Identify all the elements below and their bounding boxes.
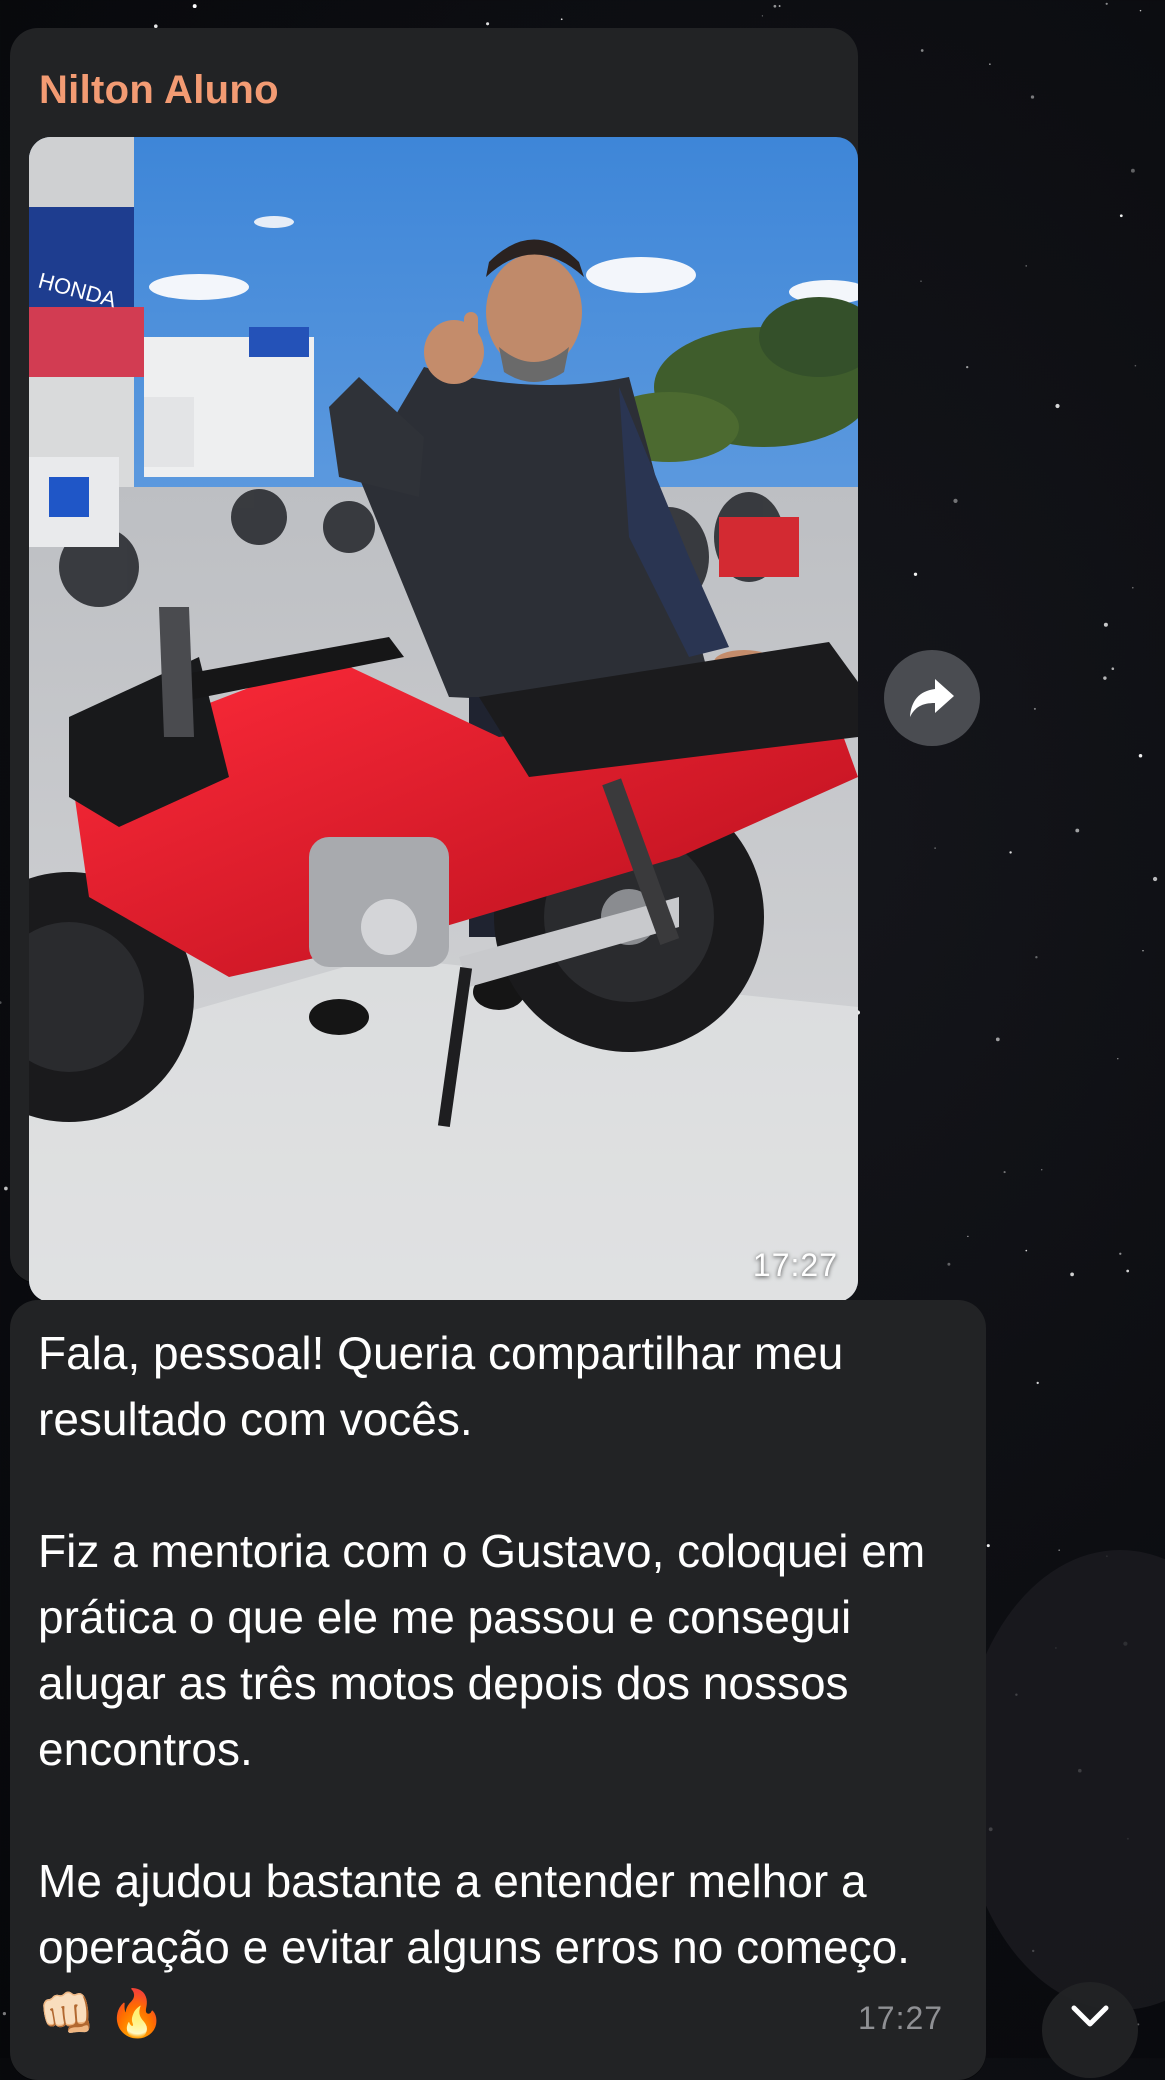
star bbox=[486, 22, 490, 26]
star bbox=[934, 847, 936, 849]
star bbox=[560, 18, 563, 21]
star bbox=[1031, 1949, 1035, 1953]
star bbox=[1025, 265, 1027, 267]
message-timestamp: 17:27 bbox=[858, 2000, 944, 2036]
star bbox=[1036, 1381, 1039, 1385]
forward-arrow-icon bbox=[910, 679, 954, 717]
star bbox=[1103, 676, 1107, 680]
star bbox=[1015, 1693, 1018, 1696]
star bbox=[1105, 2, 1108, 5]
star bbox=[761, 15, 764, 17]
star bbox=[966, 365, 969, 369]
star bbox=[920, 49, 924, 52]
star bbox=[192, 4, 197, 9]
star bbox=[1138, 753, 1143, 758]
star bbox=[1119, 1252, 1122, 1255]
star bbox=[989, 63, 991, 65]
star bbox=[1126, 1837, 1129, 1840]
star bbox=[1134, 364, 1137, 367]
star bbox=[1119, 214, 1123, 218]
star bbox=[1033, 707, 1036, 710]
star bbox=[1003, 1171, 1006, 1174]
star bbox=[1058, 1549, 1061, 1552]
star bbox=[1142, 950, 1144, 952]
photo-illustration: HONDA bbox=[29, 137, 858, 1302]
star bbox=[773, 4, 777, 8]
star bbox=[995, 1037, 1000, 1042]
star bbox=[1055, 1647, 1057, 1649]
star bbox=[1139, 9, 1142, 12]
star bbox=[1130, 168, 1135, 173]
star bbox=[2, 2012, 6, 2016]
star bbox=[1152, 876, 1158, 882]
star bbox=[967, 1235, 969, 1238]
star bbox=[1055, 403, 1060, 409]
star bbox=[913, 572, 918, 576]
photo-timestamp: 17:27 bbox=[752, 1247, 838, 1283]
star bbox=[778, 5, 781, 7]
star bbox=[1106, 1555, 1108, 1557]
star bbox=[1040, 1169, 1043, 1171]
star bbox=[1035, 956, 1038, 959]
star bbox=[1070, 1272, 1074, 1277]
message-text[interactable]: Fala, pessoal! Queria compartilhar meu r… bbox=[38, 1320, 968, 2046]
star bbox=[1009, 851, 1012, 854]
star bbox=[920, 280, 922, 283]
star bbox=[4, 1186, 8, 1191]
chevron-down-icon bbox=[1071, 2005, 1109, 2027]
photo-message-bubble: Nilton Aluno HONDA 17:27 bbox=[10, 28, 858, 1302]
forward-button[interactable] bbox=[884, 650, 980, 746]
text-message-bubble: Fala, pessoal! Queria compartilhar meu r… bbox=[10, 1300, 986, 2080]
star bbox=[1111, 667, 1115, 670]
message-photo[interactable]: HONDA 17:27 bbox=[29, 137, 858, 1302]
star bbox=[988, 1827, 993, 1832]
star bbox=[0, 1001, 2, 1004]
star bbox=[1123, 1641, 1128, 1646]
star bbox=[1117, 1058, 1119, 1060]
star bbox=[953, 498, 958, 504]
star bbox=[1078, 1768, 1082, 1773]
star bbox=[986, 1544, 990, 1548]
star bbox=[1075, 828, 1080, 833]
star bbox=[1126, 1269, 1130, 1273]
star bbox=[1030, 95, 1035, 99]
star bbox=[1103, 622, 1108, 627]
star bbox=[1132, 586, 1134, 589]
star bbox=[947, 1262, 951, 1266]
sender-name[interactable]: Nilton Aluno bbox=[39, 68, 279, 113]
scroll-to-bottom-button[interactable] bbox=[1042, 1982, 1138, 2078]
star bbox=[1025, 1249, 1028, 1252]
